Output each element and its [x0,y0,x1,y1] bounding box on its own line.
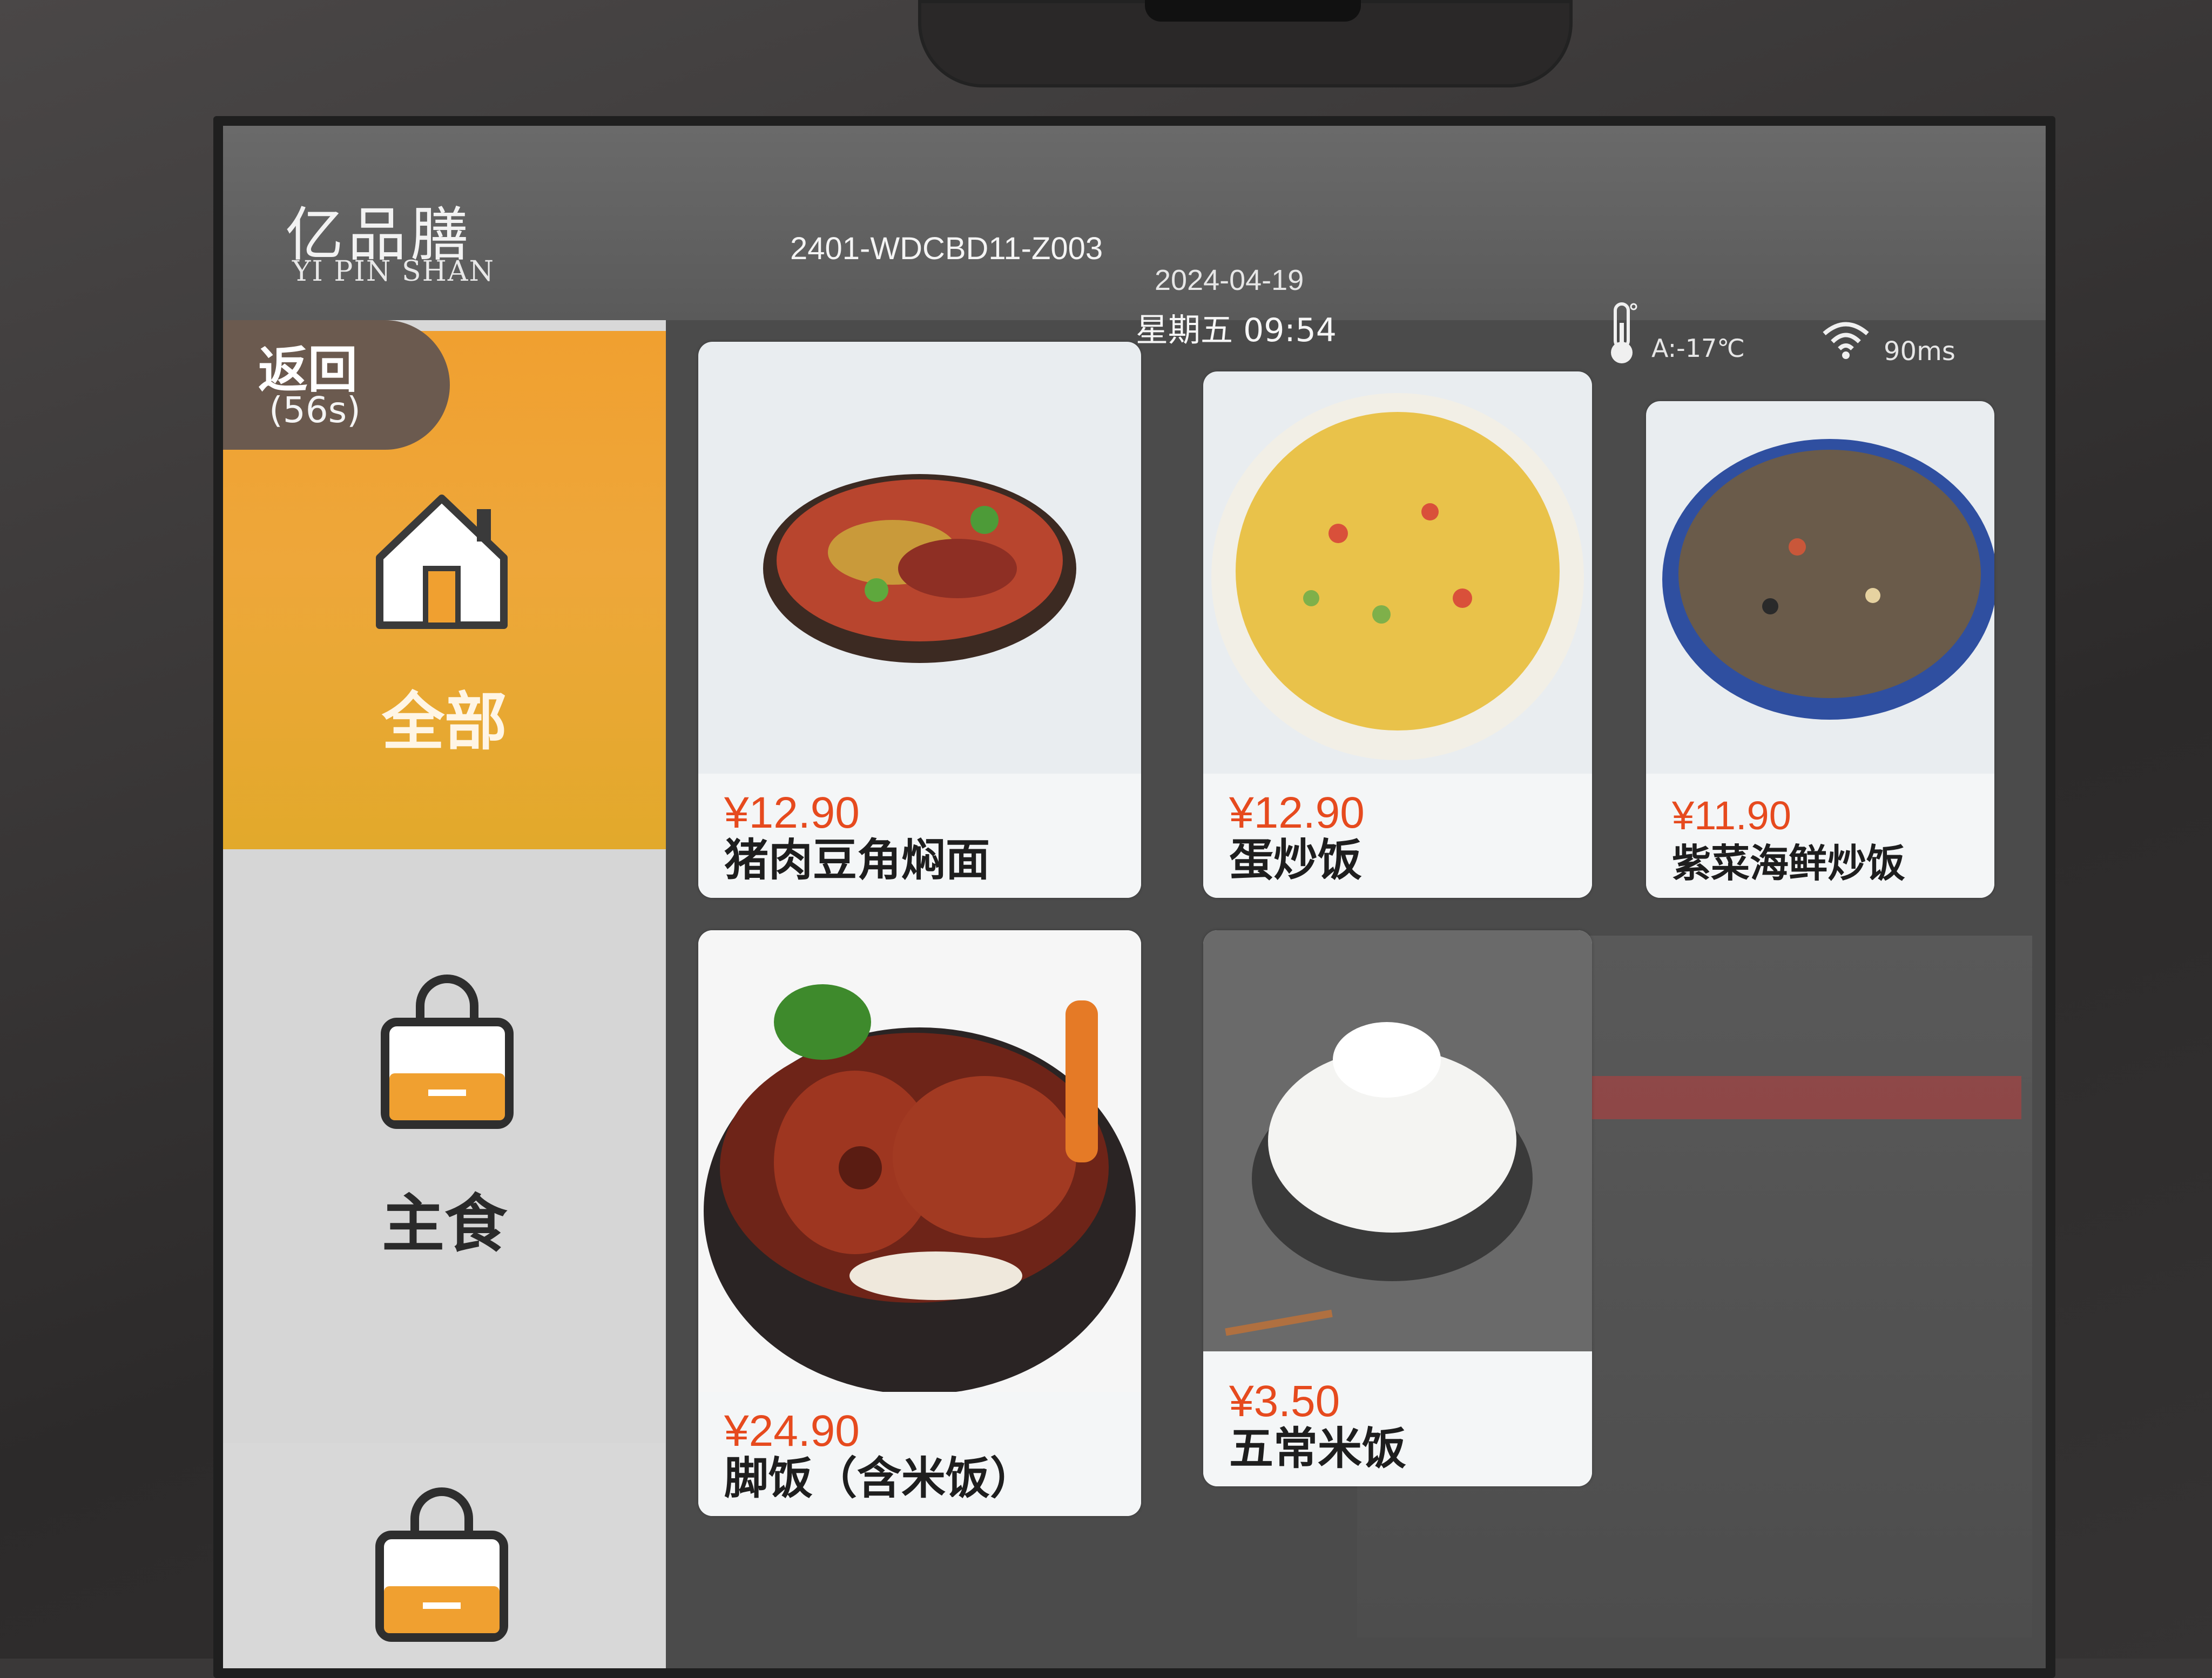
category-sidebar: 全部 主食 返回 (56s) [223,320,666,1668]
menu-item-card[interactable]: ¥12.90 猪肉豆角焖面 [698,342,1141,898]
steamed-rice-image [1203,930,1592,1373]
menu-item-info: ¥12.90 蛋炒饭 [1203,774,1592,898]
date-label: 2024-04-19 [1155,264,1304,296]
menu-item-info: ¥12.90 猪肉豆角焖面 [698,774,1141,898]
status-bar: 亿品膳 YI PIN SHAN 2401-WDCBD11-Z003 2024-0… [223,126,2046,367]
menu-item-name: 脚饭（含米饭） [724,1453,1035,1504]
back-countdown: (56s) [269,389,361,431]
seafood-fried-rice-image [1662,439,1994,720]
home-icon [376,495,508,629]
back-button[interactable]: 返回 (56s) [223,320,450,450]
menu-item-card[interactable]: ¥12.90 蛋炒饭 [1203,371,1592,898]
device-id: 2401-WDCBD11-Z003 [790,231,1103,266]
fried-rice-image [1211,393,1584,760]
category-staple-label: 主食 [382,1188,507,1261]
kiosk-screen: 亿品膳 YI PIN SHAN 2401-WDCBD11-Z003 2024-0… [213,116,2055,1678]
menu-item-name: 紫菜海鲜炒饭 [1672,841,1906,886]
menu-grid: ¥12.90 猪肉豆角焖面 ¥12.90 蛋炒饭 ¥11.90 紫菜海鲜炒饭 ¥… [698,342,2027,1659]
camera-lens [1145,0,1361,22]
menu-item-name: 蛋炒饭 [1229,835,1363,886]
pork-knuckle-rice-image [698,930,1141,1395]
menu-item-name: 五常米饭 [1229,1423,1407,1474]
shopping-bag-icon[interactable] [372,1486,512,1648]
menu-item-card[interactable]: ¥11.90 紫菜海鲜炒饭 [1646,401,1994,898]
menu-item-info: ¥24.90 脚饭（含米饭） [698,1392,1141,1516]
menu-item-card[interactable]: ¥24.90 脚饭（含米饭） [698,930,1141,1516]
menu-item-card[interactable]: ¥3.50 五常米饭 [1203,930,1592,1486]
category-all-label: 全部 [382,686,507,759]
menu-item-name: 猪肉豆角焖面 [724,835,990,886]
shopping-bag-icon [381,975,514,1129]
menu-item-info: ¥3.50 五常米饭 [1203,1351,1592,1486]
category-staple[interactable]: 主食 [223,849,666,1443]
brand-logo-en: YI PIN SHAN [292,255,495,288]
noodle-dish-image [763,474,1076,663]
menu-item-info: ¥11.90 紫菜海鲜炒饭 [1646,774,1994,898]
